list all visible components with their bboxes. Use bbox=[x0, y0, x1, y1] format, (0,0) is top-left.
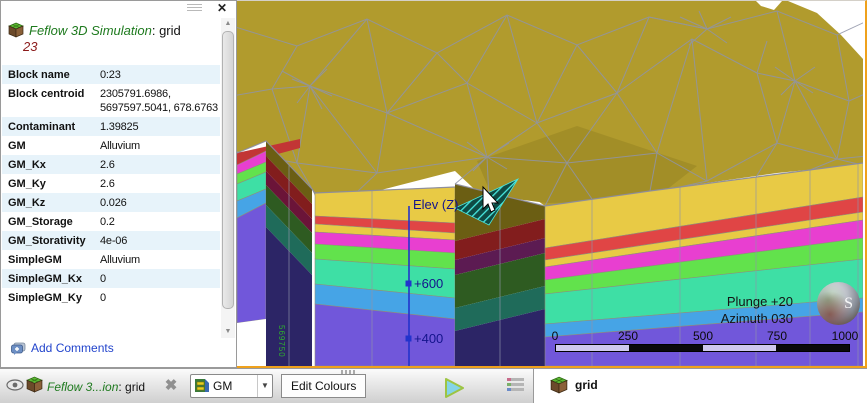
shape-object: : grid bbox=[118, 380, 145, 394]
northing-axis-label: 569750 bbox=[277, 325, 286, 368]
visibility-eye-icon[interactable] bbox=[6, 379, 24, 391]
elev-tick-600: +600 bbox=[414, 276, 443, 291]
property-row: SimpleGM_Kx0 bbox=[2, 269, 220, 288]
scale-label: 750 bbox=[755, 329, 799, 343]
property-row: GM_Kz0.026 bbox=[2, 193, 220, 212]
panel-title-sep: : bbox=[152, 23, 159, 38]
application-window: Elev (Z) +600 +400 Plunge +20 Azimuth 03… bbox=[0, 0, 867, 403]
property-value: 0 bbox=[100, 291, 220, 305]
plunge-value: Plunge +20 bbox=[721, 293, 793, 310]
property-row: Block name0:23 bbox=[2, 65, 220, 84]
property-label: Contaminant bbox=[8, 120, 100, 134]
property-value: Alluvium bbox=[100, 139, 220, 153]
scale-label: 0 bbox=[533, 329, 577, 343]
add-comments-prefix: Add bbox=[31, 341, 56, 355]
property-row: SimpleGM_Ky0 bbox=[2, 288, 220, 307]
scale-label: 500 bbox=[681, 329, 725, 343]
property-label: GM_Storage bbox=[8, 215, 100, 229]
block-properties-panel: ✕ Feflow 3D Simulation: grid 23 Block na… bbox=[0, 0, 237, 368]
combo-selected-value: GM bbox=[213, 379, 257, 393]
edit-colours-button[interactable]: Edit Colours bbox=[281, 374, 366, 398]
compass-letter: S bbox=[844, 295, 853, 313]
property-value: 2.6 bbox=[100, 177, 220, 191]
add-comments-link[interactable]: Add Comments bbox=[11, 341, 114, 355]
property-value: 0 bbox=[100, 272, 220, 286]
property-label: Block centroid bbox=[8, 87, 100, 115]
property-label: GM_Kz bbox=[8, 196, 100, 210]
scene-3d-viewport[interactable]: Elev (Z) +600 +400 Plunge +20 Azimuth 03… bbox=[237, 0, 867, 368]
property-value: 2305791.6986, 5697597.5041, 678.6763 bbox=[100, 87, 220, 115]
block-model-icon bbox=[550, 376, 568, 394]
property-value: 2.6 bbox=[100, 158, 220, 172]
panel-grip[interactable] bbox=[187, 4, 202, 13]
camera-angle-icon[interactable] bbox=[444, 377, 465, 399]
panel-title-name: Feflow 3D Simulation bbox=[29, 23, 152, 38]
scale-bar bbox=[555, 344, 850, 352]
front-pillar-layers bbox=[237, 151, 266, 323]
view-orientation-readout: Plunge +20 Azimuth 030 bbox=[721, 293, 793, 327]
scroll-down-icon[interactable]: ▼ bbox=[221, 326, 235, 338]
property-row: Contaminant1.39825 bbox=[2, 117, 220, 136]
scale-label: 1000 bbox=[823, 329, 867, 343]
block-model-icon bbox=[26, 376, 43, 393]
property-row: GM_Storativity4e-06 bbox=[2, 231, 220, 250]
close-icon[interactable]: ✕ bbox=[214, 1, 230, 16]
elev-axis-label: Elev (Z) bbox=[413, 197, 459, 212]
elev-tick-400: +400 bbox=[414, 331, 443, 346]
property-value: 4e-06 bbox=[100, 234, 220, 248]
shape-name: Feflow 3...ion bbox=[47, 380, 118, 394]
properties-table: Block name0:23Block centroid2305791.6986… bbox=[2, 65, 220, 307]
property-label: SimpleGM bbox=[8, 253, 100, 267]
active-shape-label: Feflow 3...ion: grid bbox=[47, 380, 145, 394]
property-label: GM bbox=[8, 139, 100, 153]
comment-bubble-icon bbox=[11, 342, 26, 355]
property-value: 0.2 bbox=[100, 215, 220, 229]
property-row: GM_Kx2.6 bbox=[2, 155, 220, 174]
azimuth-value: Azimuth 030 bbox=[721, 310, 793, 327]
property-value: Alluvium bbox=[100, 253, 220, 267]
orientation-sphere[interactable]: S bbox=[817, 282, 860, 325]
remove-shape-icon[interactable]: ✖ bbox=[160, 375, 182, 397]
property-row: GMAlluvium bbox=[2, 136, 220, 155]
scene-list-icon[interactable] bbox=[507, 378, 524, 395]
property-row: Block centroid2305791.6986, 5697597.5041… bbox=[2, 84, 220, 117]
chevron-down-icon[interactable]: ▼ bbox=[257, 375, 272, 397]
property-value: 0.026 bbox=[100, 196, 220, 210]
property-value: 1.39825 bbox=[100, 120, 220, 134]
scroll-up-icon[interactable]: ▲ bbox=[221, 18, 235, 30]
panel-title-index: 23 bbox=[23, 39, 216, 55]
shape-item-label: grid bbox=[575, 378, 598, 392]
property-label: SimpleGM_Ky bbox=[8, 291, 100, 305]
scale-label: 250 bbox=[606, 329, 650, 343]
property-row: GM_Storage0.2 bbox=[2, 212, 220, 231]
panel-titlebar[interactable]: ✕ bbox=[1, 1, 236, 17]
property-label: GM_Storativity bbox=[8, 234, 100, 248]
shape-properties-toolbar: Feflow 3...ion: grid ✖ GM ▼ Edit Colours… bbox=[0, 368, 533, 403]
attribute-layers-icon bbox=[194, 378, 210, 394]
property-label: SimpleGM_Kx bbox=[8, 272, 100, 286]
property-label: GM_Ky bbox=[8, 177, 100, 191]
add-comments-word: Comments bbox=[56, 341, 114, 355]
colour-attribute-combo[interactable]: GM ▼ bbox=[190, 374, 273, 398]
shape-list-item-grid[interactable]: grid bbox=[550, 376, 598, 394]
block-model-icon bbox=[8, 22, 24, 38]
panel-title-object: grid bbox=[159, 23, 181, 38]
shape-list-panel: grid bbox=[533, 368, 867, 403]
property-row: SimpleGMAlluvium bbox=[2, 250, 220, 269]
panel-title: Feflow 3D Simulation: grid 23 bbox=[8, 22, 216, 55]
property-label: GM_Kx bbox=[8, 158, 100, 172]
property-row: GM_Ky2.6 bbox=[2, 174, 220, 193]
property-label: Block name bbox=[8, 68, 100, 82]
property-value: 0:23 bbox=[100, 68, 220, 82]
scroll-thumb[interactable] bbox=[222, 31, 234, 309]
panel-scrollbar[interactable]: ▲ ▼ bbox=[221, 18, 235, 338]
